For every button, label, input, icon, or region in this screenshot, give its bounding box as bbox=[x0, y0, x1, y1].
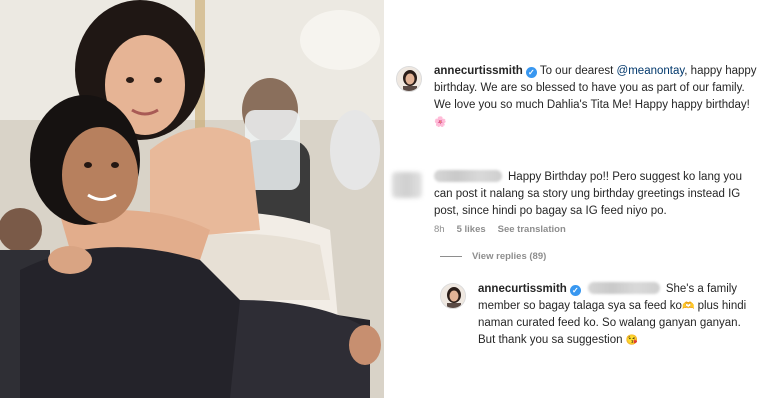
avatar[interactable] bbox=[396, 66, 422, 92]
avatar-icon bbox=[441, 284, 465, 308]
reply-username[interactable]: annecurtissmith bbox=[478, 283, 567, 295]
view-replies-label: View replies (89) bbox=[472, 251, 547, 262]
comment-likes[interactable]: 5 likes bbox=[457, 224, 486, 235]
view-replies-button[interactable]: View replies (89) bbox=[440, 251, 546, 262]
blurred-username[interactable] bbox=[434, 170, 502, 182]
verified-badge-icon: ✓ bbox=[525, 67, 537, 78]
heart-hands-emoji: 🫶 bbox=[681, 301, 695, 312]
comment-meta: 8h 5 likes See translation bbox=[434, 224, 566, 235]
reply-comment: annecurtissmith ✓ She's a family member so… bbox=[478, 281, 758, 349]
avatar-icon bbox=[397, 67, 421, 91]
flower-emoji: 🌸 bbox=[434, 117, 447, 128]
verified-badge-icon: ✓ bbox=[569, 285, 581, 296]
caption-text-start: To our dearest bbox=[539, 65, 617, 77]
see-translation-link[interactable]: See translation bbox=[498, 224, 566, 235]
blurred-mention[interactable] bbox=[587, 282, 660, 294]
caption-comment: annecurtissmith ✓ To our dearest @meanonta… bbox=[434, 63, 760, 131]
comments-panel: annecurtissmith ✓ To our dearest @meanonta… bbox=[384, 0, 768, 402]
reply-avatar[interactable] bbox=[440, 283, 466, 309]
photo-illustration bbox=[0, 0, 384, 398]
post-photo bbox=[0, 0, 384, 398]
mention-link[interactable]: @meanontay bbox=[617, 65, 685, 77]
username[interactable]: annecurtissmith bbox=[434, 65, 523, 77]
comment-time: 8h bbox=[434, 224, 445, 235]
user-comment: Happy Birthday po!! Pero suggest ko lang… bbox=[434, 169, 760, 220]
kiss-emoji: 😘 bbox=[625, 335, 639, 346]
replies-line bbox=[440, 256, 462, 257]
blurred-avatar[interactable] bbox=[392, 172, 422, 198]
